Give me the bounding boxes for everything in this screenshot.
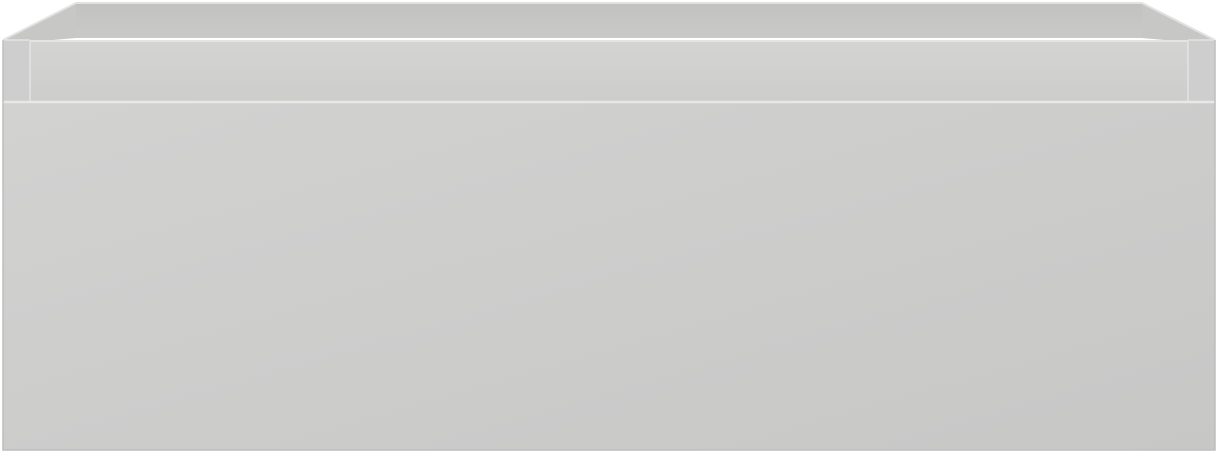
drawer-back-wall bbox=[76, 3, 1142, 38]
drawer-front-panel bbox=[3, 102, 1215, 450]
drawer-right-post bbox=[1188, 40, 1215, 102]
drawer-inner-rim bbox=[30, 41, 1188, 101]
drawer-illustration bbox=[2, 2, 1216, 451]
drawer-left-post bbox=[3, 40, 30, 102]
drawer-scene bbox=[0, 0, 1218, 452]
